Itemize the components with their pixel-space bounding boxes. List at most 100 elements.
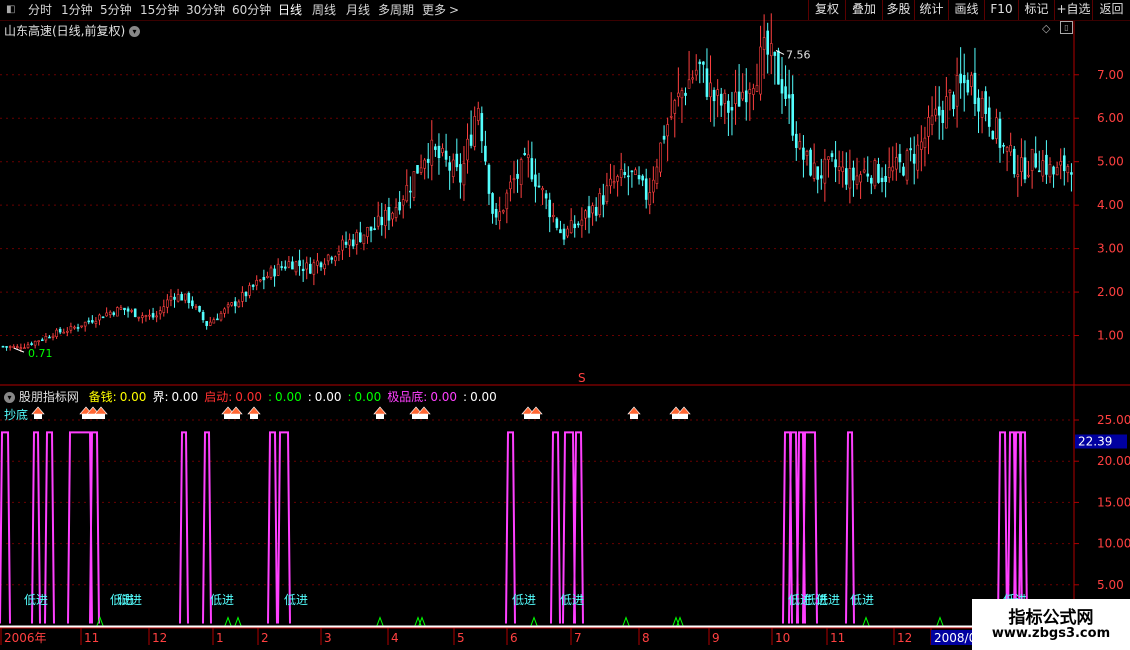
candle-body	[702, 61, 705, 65]
candle-body	[1059, 161, 1063, 166]
candle-body	[37, 340, 41, 343]
candle-body	[816, 166, 820, 180]
candle-body	[523, 153, 527, 156]
candle-body	[505, 192, 509, 210]
candle-body	[1034, 153, 1037, 168]
candle-body	[559, 229, 562, 234]
x-axis-label: 1	[216, 631, 224, 645]
candle-body	[126, 308, 130, 312]
indicator-spike	[0, 431, 11, 624]
candle-body	[691, 77, 694, 80]
house-icon-base	[232, 414, 240, 419]
candle-body	[151, 313, 155, 318]
candle-body	[534, 174, 537, 187]
candle-body	[469, 134, 473, 146]
candle-body	[916, 144, 920, 171]
signal-label: 低进	[850, 593, 874, 607]
candle-body	[973, 72, 977, 104]
candle-body	[155, 315, 158, 318]
candle-body	[15, 346, 19, 348]
house-icon	[417, 406, 431, 415]
candle-body	[755, 85, 759, 92]
candle-body	[258, 279, 262, 282]
x-axis-label: 2006年	[4, 631, 47, 645]
candle-body	[927, 117, 930, 137]
candle-body	[923, 137, 927, 148]
candle-body	[19, 347, 23, 350]
candle-body	[862, 169, 866, 173]
candle-body	[945, 96, 948, 129]
candle-body	[216, 318, 219, 321]
house-icon-base	[630, 414, 638, 419]
candle-body	[548, 199, 552, 218]
candle-body	[98, 314, 101, 321]
indicator-tick-label: 10.00	[1097, 537, 1130, 551]
x-axis-label: 2	[261, 631, 269, 645]
candle-body	[784, 86, 787, 99]
candle-body	[769, 43, 773, 57]
candle-body	[727, 100, 730, 113]
candle-body	[148, 314, 151, 317]
stock-chart-window: ◧ 分时 1分钟 5分钟 15分钟 30分钟 60分钟 日线 周线 月线 多周期…	[0, 0, 1130, 650]
candle-body	[809, 149, 812, 176]
candle-body	[709, 82, 712, 98]
candle-body	[909, 148, 912, 151]
candle-body	[1, 345, 5, 348]
candle-body	[512, 178, 516, 181]
price-tick-label: 7.00	[1097, 68, 1124, 82]
house-icon-base	[82, 414, 90, 419]
chart-canvas[interactable]: 7.560.71S 低进低进低进低进低进低进低进低进低进低进低进低进 7.006…	[0, 0, 1130, 650]
candle-body	[773, 51, 777, 56]
candle-body	[269, 267, 273, 278]
candle-body	[819, 175, 823, 179]
candle-body	[920, 141, 923, 150]
candle-body	[205, 321, 208, 326]
candle-body	[1023, 157, 1027, 180]
candle-body	[1048, 164, 1052, 178]
indicator-tick-label: 20.00	[1097, 454, 1130, 468]
candle-body	[612, 181, 616, 184]
candle-body	[694, 69, 698, 76]
candle-body	[384, 209, 387, 226]
candle-body	[605, 185, 609, 203]
candle-body	[798, 141, 802, 149]
house-icon-base	[412, 414, 420, 419]
candle-body	[194, 306, 198, 308]
candle-body	[594, 206, 598, 216]
price-tick-label: 5.00	[1097, 155, 1124, 169]
candle-body	[466, 138, 469, 161]
candle-body	[123, 307, 126, 311]
candle-body	[873, 160, 877, 187]
candle-body	[301, 268, 305, 272]
candle-body	[912, 153, 916, 164]
candle-body	[687, 79, 691, 89]
candle-body	[730, 107, 734, 111]
x-axis-label: 10	[775, 631, 790, 645]
candle-body	[223, 308, 226, 314]
candle-body	[719, 93, 723, 106]
candle-body	[51, 335, 55, 338]
candle-body	[1052, 166, 1055, 175]
candle-body	[837, 166, 841, 171]
x-axis-label: 8	[642, 631, 650, 645]
signal-label: 低进	[512, 593, 536, 607]
candle-body	[373, 228, 376, 230]
candle-body	[970, 74, 973, 87]
house-icon	[677, 406, 691, 415]
candle-body	[598, 193, 602, 216]
candle-body	[1012, 148, 1016, 175]
house-icon-base	[532, 414, 540, 419]
candle-body	[887, 167, 891, 178]
candle-body	[526, 154, 530, 158]
candle-body	[794, 133, 798, 148]
candle-body	[162, 306, 166, 313]
candle-body	[44, 336, 48, 341]
candle-body	[316, 260, 319, 266]
candle-body	[930, 115, 934, 126]
candle-body	[55, 329, 58, 337]
candle-body	[359, 232, 362, 243]
candle-body	[416, 165, 419, 174]
candle-body	[398, 201, 401, 211]
candle-body	[630, 170, 634, 173]
candle-body	[348, 239, 351, 246]
